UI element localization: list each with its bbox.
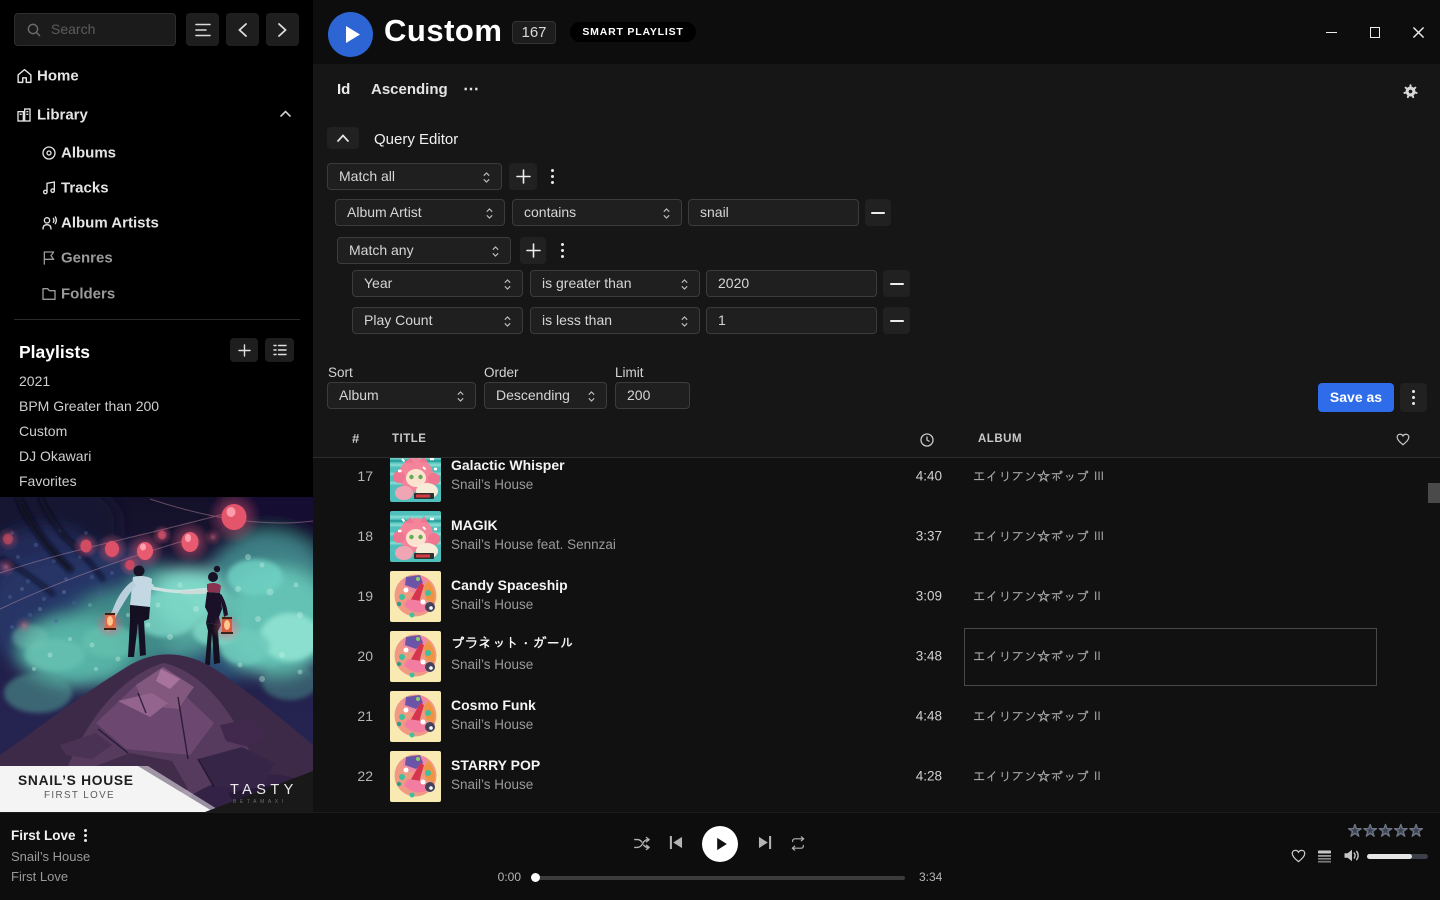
svg-text:SNAIL’S HOUSE: SNAIL’S HOUSE [18, 773, 134, 788]
svg-text:BETAMAXI: BETAMAXI [233, 799, 287, 805]
svg-text:FIRST LOVE: FIRST LOVE [44, 790, 115, 801]
svg-text:TASTY: TASTY [230, 782, 298, 798]
